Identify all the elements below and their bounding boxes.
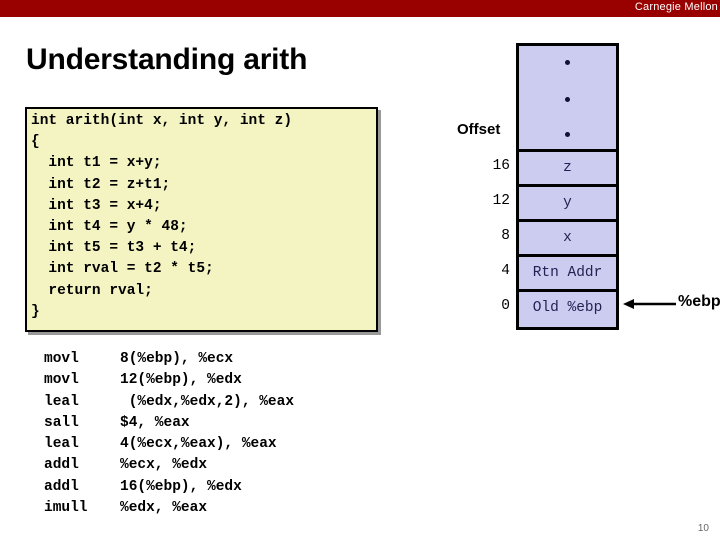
- page-number: 10: [697, 523, 709, 534]
- assembly-row: imull %edx, %eax: [44, 500, 384, 521]
- assembly-operands: 16(%ebp), %edx: [120, 478, 242, 495]
- offset-column-header: Offset: [457, 121, 501, 138]
- offset-value: 16: [492, 158, 510, 174]
- assembly-row: leal 4(%ecx,%eax), %eax: [44, 436, 384, 457]
- assembly-operands: 8(%ebp), %ecx: [120, 351, 234, 367]
- assembly-opcode: sall: [44, 414, 79, 431]
- assembly-opcode: addl: [44, 478, 79, 495]
- assembly-opcode: leal: [44, 436, 79, 453]
- offset-value: 8: [501, 228, 510, 244]
- assembly-row: addl 16(%ebp), %edx: [44, 479, 384, 500]
- offset-value: 4: [501, 263, 510, 279]
- ebp-pointer-annotation: %ebp: [622, 293, 720, 315]
- assembly-row: sall $4, %eax: [44, 415, 384, 436]
- assembly-row: leal (%edx,%edx,2), %eax: [44, 394, 384, 415]
- assembly-operands: 12(%ebp), %edx: [120, 372, 242, 389]
- assembly-operands: (%edx,%edx,2), %eax: [120, 393, 295, 410]
- assembly-operands: %ecx, %edx: [120, 457, 208, 474]
- assembly-operands: 4(%ecx,%eax), %eax: [120, 436, 277, 453]
- stack-cell: Old %ebp: [532, 300, 603, 316]
- top-banner: Carnegie Mellon: [0, 0, 720, 17]
- assembly-opcode: movl: [44, 372, 79, 389]
- assembly-opcode: imull: [44, 500, 88, 517]
- offset-value: 0: [501, 298, 510, 314]
- stack-cell: x: [519, 222, 616, 257]
- ellipsis-dot-icon: [565, 132, 570, 137]
- offset-value: 12: [492, 193, 510, 209]
- ellipsis-dot-icon: [565, 60, 570, 65]
- ebp-pointer-label: %ebp: [678, 293, 720, 310]
- assembly-row: movl 8(%ebp), %ecx: [44, 351, 384, 372]
- assembly-listing: movl 8(%ebp), %ecx movl 12(%ebp), %edx l…: [44, 351, 384, 521]
- institution-label: Carnegie Mellon: [634, 1, 718, 13]
- c-code-text: int arith(int x, int y, int z) { int t1 …: [31, 113, 293, 320]
- stack-cell-ellipsis: [519, 46, 616, 152]
- assembly-row: movl 12(%ebp), %edx: [44, 372, 384, 393]
- ellipsis-dot-icon: [565, 97, 570, 102]
- assembly-operands: %edx, %eax: [120, 500, 208, 517]
- left-arrow-icon: [623, 299, 676, 309]
- assembly-opcode: movl: [44, 351, 79, 367]
- stack-cells-container: z y x Rtn Addr Old %ebp: [516, 43, 619, 330]
- stack-frame-diagram: Offset 16 12 8 4 0 z y x Rtn Addr Old %e…: [450, 43, 720, 333]
- page-title: Understanding arith: [26, 43, 308, 76]
- stack-cell: y: [519, 187, 616, 222]
- assembly-operands: $4, %eax: [120, 414, 190, 431]
- offset-column: 16 12 8 4 0: [450, 149, 510, 324]
- assembly-opcode: leal: [44, 393, 79, 410]
- stack-cell: z: [519, 152, 616, 187]
- assembly-opcode: addl: [44, 457, 79, 474]
- c-code-box: int arith(int x, int y, int z) { int t1 …: [25, 107, 378, 332]
- assembly-row: addl %ecx, %edx: [44, 457, 384, 478]
- stack-cell: Rtn Addr: [519, 257, 616, 292]
